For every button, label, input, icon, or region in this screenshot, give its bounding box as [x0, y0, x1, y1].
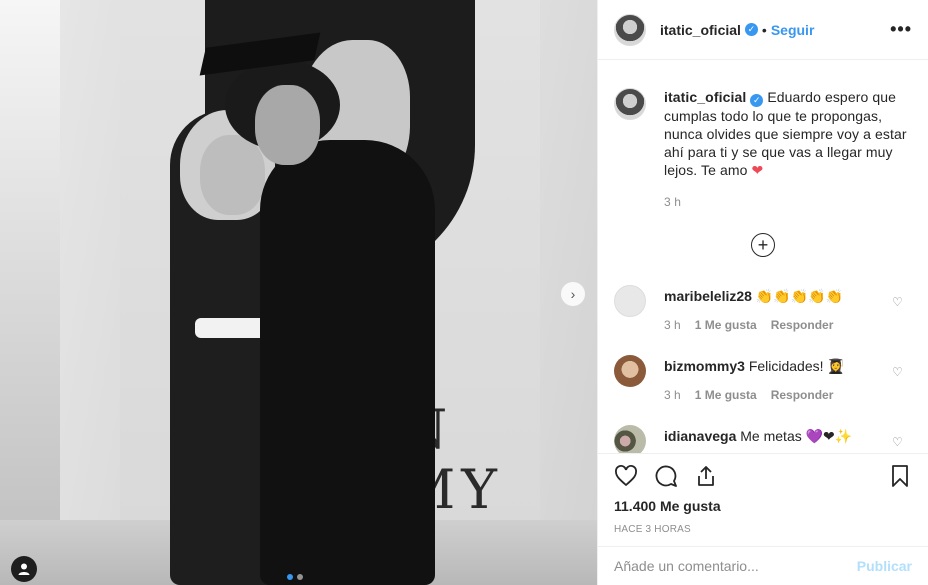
- photo-graduate-face: [255, 85, 320, 165]
- avatar[interactable]: [614, 88, 646, 120]
- comment-text: 👏👏👏👏👏: [755, 287, 843, 304]
- list-item: bizmommy3 Felicidades! 👩‍🎓 3 h 1 Me gust…: [614, 354, 912, 427]
- comment-text: Me metas 💜❤✨: [740, 427, 853, 444]
- post-header: itatic_oficial ✓ • Seguir •••: [598, 0, 928, 60]
- avatar[interactable]: [614, 284, 646, 317]
- plus-circle-icon[interactable]: +: [751, 232, 775, 257]
- action-icons: [614, 458, 912, 494]
- header-separator: •: [761, 21, 767, 38]
- heart-emoji-icon: ❤: [751, 161, 764, 178]
- photo-person-graduate: [260, 140, 435, 585]
- comment-thread: maribeleliz28 👏👏👏👏👏 3 h 1 Me gusta Respo…: [614, 284, 912, 453]
- bookmark-icon[interactable]: [888, 464, 912, 488]
- comment-time[interactable]: 3 h: [664, 386, 681, 404]
- post-photo[interactable]: N MY: [0, 0, 597, 585]
- comments-list[interactable]: itatic_oficial ✓ Eduardo espero que cumpl…: [598, 61, 928, 453]
- carousel-dots: [287, 574, 303, 580]
- carousel-next-button[interactable]: ›: [561, 282, 585, 306]
- user-icon: [18, 563, 30, 575]
- post-actions: 11.400 Me gusta HACE 3 HORAS: [598, 453, 928, 535]
- header-username[interactable]: itatic_oficial: [660, 22, 741, 38]
- list-item: idianavega Me metas 💜❤✨ ♡: [614, 424, 912, 453]
- heart-icon[interactable]: [614, 464, 638, 488]
- comment-meta: 3 h 1 Me gusta Responder: [664, 386, 845, 404]
- heart-outline-icon[interactable]: ♡: [892, 435, 904, 449]
- comment-icon[interactable]: [654, 464, 678, 488]
- add-comment-bar: Añade un comentario... Publicar: [598, 546, 928, 585]
- verified-badge-icon: ✓: [744, 23, 758, 36]
- share-icon[interactable]: [694, 464, 718, 488]
- post-caption: itatic_oficial ✓ Eduardo espero que cumpl…: [614, 61, 912, 211]
- carousel-dot: [287, 574, 293, 580]
- verified-badge-icon: ✓: [750, 93, 764, 107]
- reply-button[interactable]: Responder: [771, 316, 834, 334]
- comment-meta: 3 h 1 Me gusta Responder: [664, 316, 843, 334]
- post-timestamp: HACE 3 HORAS: [614, 524, 691, 535]
- list-item: maribeleliz28 👏👏👏👏👏 3 h 1 Me gusta Respo…: [614, 284, 912, 357]
- avatar[interactable]: [614, 354, 646, 387]
- comment-username[interactable]: idianavega: [664, 428, 736, 444]
- photo-wall: [0, 0, 60, 585]
- comment-time[interactable]: 3 h: [664, 316, 681, 334]
- comment-input[interactable]: Añade un comentario...: [614, 558, 759, 574]
- comment-likes[interactable]: 1 Me gusta: [695, 316, 757, 334]
- avatar[interactable]: [614, 424, 646, 453]
- comment-username[interactable]: bizmommy3: [664, 358, 745, 374]
- more-options-icon[interactable]: •••: [890, 19, 912, 40]
- load-more-comments[interactable]: +: [614, 232, 912, 257]
- reply-button[interactable]: Responder: [771, 386, 834, 404]
- post-side-panel: itatic_oficial ✓ • Seguir ••• itatic_ofi…: [597, 0, 928, 585]
- comment-text: Felicidades! 👩‍🎓: [748, 357, 845, 374]
- photo-belt: [195, 318, 270, 338]
- caption-username[interactable]: itatic_oficial: [664, 89, 746, 105]
- caption-time: 3 h: [664, 194, 681, 209]
- caption-body: itatic_oficial ✓ Eduardo espero que cumpl…: [664, 88, 912, 211]
- likes-count[interactable]: 11.400 Me gusta: [614, 498, 912, 514]
- comment-body: idianavega Me metas 💜❤✨: [664, 427, 852, 445]
- publish-button[interactable]: Publicar: [857, 558, 912, 574]
- comment-body: bizmommy3 Felicidades! 👩‍🎓 3 h 1 Me gust…: [664, 357, 845, 404]
- avatar[interactable]: [614, 13, 646, 46]
- comment-body: maribeleliz28 👏👏👏👏👏 3 h 1 Me gusta Respo…: [664, 287, 843, 334]
- tagged-users-button[interactable]: [11, 556, 37, 582]
- follow-button[interactable]: Seguir: [771, 22, 815, 38]
- carousel-dot: [297, 574, 303, 580]
- comment-username[interactable]: maribeleliz28: [664, 288, 752, 304]
- chevron-right-icon: ›: [570, 286, 576, 302]
- photo-mother-face: [200, 135, 265, 215]
- heart-outline-icon[interactable]: ♡: [892, 295, 904, 309]
- comment-likes[interactable]: 1 Me gusta: [695, 386, 757, 404]
- heart-outline-icon[interactable]: ♡: [892, 365, 904, 379]
